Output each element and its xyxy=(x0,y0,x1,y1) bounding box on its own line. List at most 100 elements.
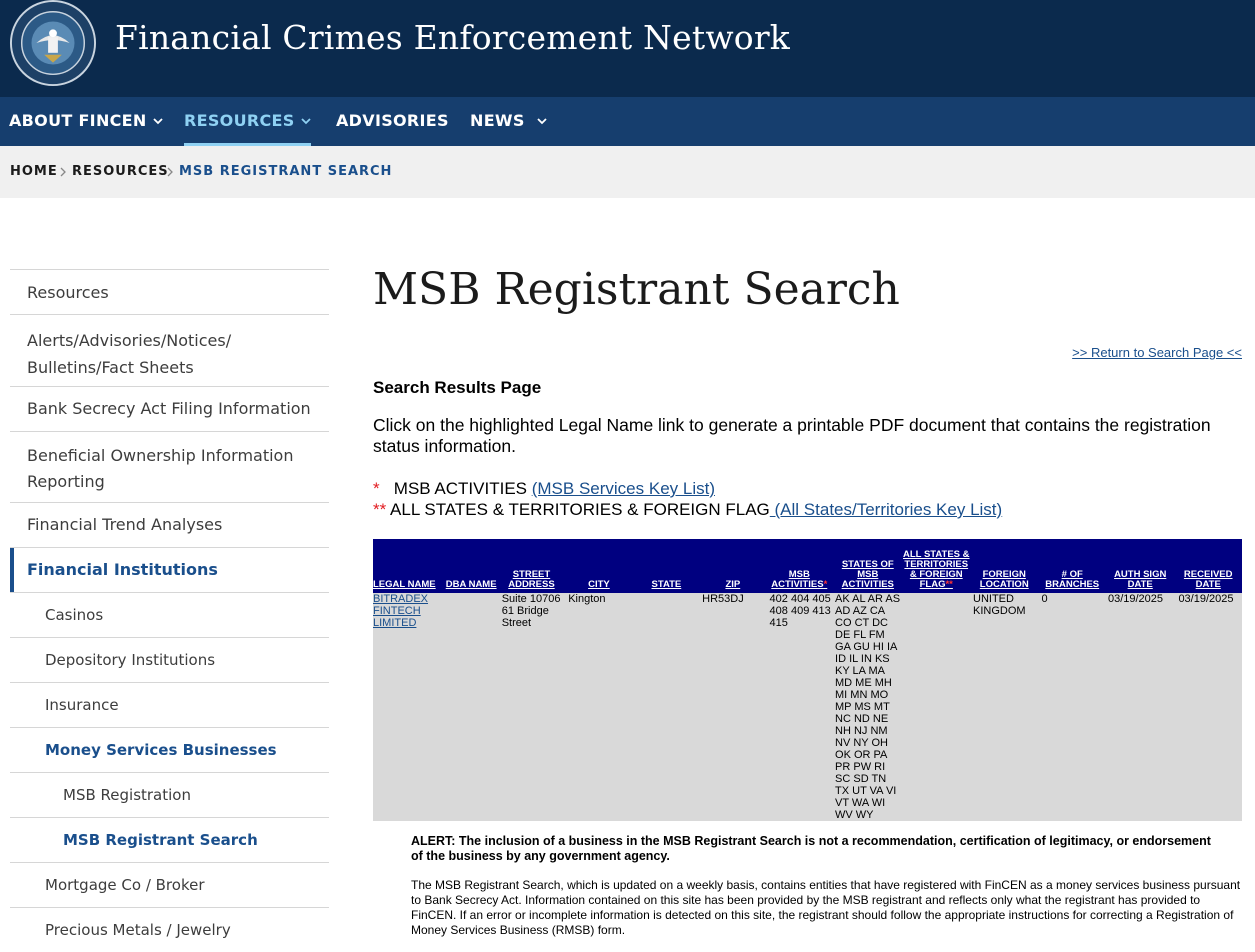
cell-street-address: Suite 10706 61 Bridge Street xyxy=(497,593,566,821)
col-foreign-location[interactable]: FOREIGN LOCATION xyxy=(970,539,1039,593)
sidebar-item-label: Resources xyxy=(27,283,109,302)
sidebar-item-label: Financial Trend Analyses xyxy=(27,515,223,534)
col-legal-name[interactable]: LEGAL NAME xyxy=(373,539,445,593)
results-heading: Search Results Page xyxy=(373,378,542,397)
sidebar-item-casinos[interactable]: Casinos xyxy=(10,592,329,637)
sidebar-item-bsa-filing[interactable]: Bank Secrecy Act Filing Information xyxy=(10,386,329,431)
col-zip[interactable]: ZIP xyxy=(700,539,766,593)
sidebar-item-beneficial-ownership[interactable]: Beneficial Ownership Information Reportin… xyxy=(10,431,329,502)
col-auth-sign-date[interactable]: AUTH SIGN DATE xyxy=(1105,539,1175,593)
sidebar-item-label: MSB Registration xyxy=(63,786,191,804)
states-key: ** ALL STATES & TERRITORIES & FOREIGN FL… xyxy=(373,500,1002,520)
col-state[interactable]: STATE xyxy=(632,539,701,593)
breadcrumb-home[interactable]: HOME xyxy=(10,146,58,198)
sidebar-item-insurance[interactable]: Insurance xyxy=(10,682,329,727)
col-label: LEGAL NAME xyxy=(373,579,436,590)
page-title: MSB Registrant Search xyxy=(373,264,900,315)
cell-branches: 0 xyxy=(1038,593,1106,821)
cell-zip: HR53DJ xyxy=(700,593,766,821)
sidebar-item-depository[interactable]: Depository Institutions xyxy=(10,637,329,682)
sidebar-item-label: Money Services Businesses xyxy=(45,741,277,759)
nav-about-fincen[interactable]: ABOUT FINCEN xyxy=(9,97,163,146)
msb-services-key-link[interactable]: (MSB Services Key List) xyxy=(532,479,715,498)
sidebar-item-mortgage[interactable]: Mortgage Co / Broker xyxy=(10,862,329,907)
col-label: MSB ACTIVITIES xyxy=(771,569,824,590)
col-all-states[interactable]: ALL STATES & TERRITORIES & FOREIGN FLAG*… xyxy=(902,539,970,593)
sidebar-item-label: Bank Secrecy Act Filing Information xyxy=(27,399,311,418)
col-branches[interactable]: # OF BRANCHES xyxy=(1038,539,1106,593)
double-asterisk-marker: ** xyxy=(945,579,953,590)
msb-activities-key: * MSB ACTIVITIES (MSB Services Key List) xyxy=(373,479,715,499)
instructions-text: Click on the highlighted Legal Name link… xyxy=(373,415,1211,456)
col-label: STREET ADDRESS xyxy=(508,569,555,590)
key-label: MSB ACTIVITIES xyxy=(393,479,532,498)
sidebar-item-money-services[interactable]: Money Services Businesses xyxy=(10,727,329,772)
return-to-search-link[interactable]: >> Return to Search Page << xyxy=(1072,345,1242,360)
table-header-row: LEGAL NAME DBA NAME STREET ADDRESS CITY … xyxy=(373,539,1242,593)
col-label: RECEIVED DATE xyxy=(1183,569,1233,590)
site-title[interactable]: Financial Crimes Enforcement Network xyxy=(115,18,790,57)
sidebar-item-msb-registrant-search[interactable]: MSB Registrant Search xyxy=(10,817,329,862)
sidebar-item-label-line1: Beneficial Ownership Information xyxy=(27,446,294,465)
col-label: STATE xyxy=(651,579,682,590)
sidebar-item-label: Depository Institutions xyxy=(45,651,216,669)
results-table: LEGAL NAME DBA NAME STREET ADDRESS CITY … xyxy=(373,539,1242,821)
asterisk-marker: * xyxy=(823,579,828,590)
alert-text: ALERT: The inclusion of a business in th… xyxy=(411,834,1211,863)
sidebar-item-financial-institutions[interactable]: Financial Institutions xyxy=(10,547,329,592)
col-label: CITY xyxy=(588,579,610,590)
sidebar-item-label: Alerts/Advisories/Notices/Bulletins/Fact… xyxy=(27,327,231,381)
cell-dba-name xyxy=(444,593,498,821)
chevron-down-icon xyxy=(300,118,311,125)
cell-all-states xyxy=(902,593,970,821)
sidebar-item-msb-registration[interactable]: MSB Registration xyxy=(10,772,329,817)
sidebar-item-label-line1: Alerts/Advisories/Notices/ xyxy=(27,331,232,350)
sidebar-item-alerts[interactable]: Alerts/Advisories/Notices/Bulletins/Fact… xyxy=(10,314,329,386)
sidebar-item-label: Precious Metals / Jewelry xyxy=(45,921,231,939)
col-label: ALL STATES & TERRITORIES & FOREIGN FLAG xyxy=(903,549,970,590)
nav-resources[interactable]: RESOURCES xyxy=(184,97,311,146)
chevron-down-icon xyxy=(152,118,163,125)
col-street-address[interactable]: STREET ADDRESS xyxy=(497,539,566,593)
table-row: BITRADEX FINTECH LIMITED Suite 10706 61 … xyxy=(373,593,1242,821)
states-territories-key-link[interactable]: (All States/Territories Key List) xyxy=(770,500,1003,519)
nav-news[interactable]: NEWS xyxy=(470,97,547,146)
col-label: AUTH SIGN DATE xyxy=(1114,569,1167,590)
nav-label: NEWS xyxy=(470,111,525,130)
col-label: STATES OF MSB ACTIVITIES xyxy=(841,559,894,590)
sidebar-item-label-line2: Reporting xyxy=(27,472,105,491)
col-label: ZIP xyxy=(725,579,741,590)
col-dba-name[interactable]: DBA NAME xyxy=(444,539,498,593)
sidebar-item-resources[interactable]: Resources xyxy=(10,269,329,314)
col-label: FOREIGN LOCATION xyxy=(979,569,1029,590)
sidebar-item-label-line2: Bulletins/Fact Sheets xyxy=(27,358,194,377)
key-label: ALL STATES & TERRITORIES & FOREIGN FLAG xyxy=(390,500,770,519)
sidebar-item-label: Casinos xyxy=(45,606,104,624)
legal-name-link[interactable]: BITRADEX FINTECH LIMITED xyxy=(373,593,428,629)
cell-states-of-msb: AK AL AR AS AD AZ CA CO CT DC DE FL FM G… xyxy=(833,593,903,821)
col-city[interactable]: CITY xyxy=(565,539,633,593)
nav-advisories[interactable]: ADVISORIES xyxy=(336,97,449,146)
disclaimer-text: The MSB Registrant Search, which is upda… xyxy=(411,878,1241,937)
main-nav: ABOUT FINCEN RESOURCES ADVISORIES NEWS xyxy=(0,97,1255,146)
sidebar-item-precious-metals[interactable]: Precious Metals / Jewelry xyxy=(10,907,329,952)
col-label: DBA NAME xyxy=(445,579,497,590)
col-states-of-msb[interactable]: STATES OF MSB ACTIVITIES xyxy=(833,539,903,593)
sidebar-item-label: Financial Institutions xyxy=(27,560,218,579)
breadcrumb-resources[interactable]: RESOURCES xyxy=(72,146,169,198)
asterisk-marker: * xyxy=(373,479,380,498)
col-received-date[interactable]: RECEIVED DATE xyxy=(1174,539,1242,593)
col-msb-activities[interactable]: MSB ACTIVITIES* xyxy=(765,539,834,593)
breadcrumb: HOME RESOURCES MSB REGISTRANT SEARCH xyxy=(0,146,1255,198)
site-header: Financial Crimes Enforcement Network xyxy=(0,0,1255,97)
cell-state xyxy=(632,593,701,821)
cell-auth-sign-date: 03/19/2025 xyxy=(1105,593,1175,821)
cell-msb-activities: 402 404 405 408 409 413 415 xyxy=(765,593,834,821)
cell-legal-name: BITRADEX FINTECH LIMITED xyxy=(373,593,445,821)
breadcrumb-current: MSB REGISTRANT SEARCH xyxy=(179,164,393,179)
cell-received-date: 03/19/2025 xyxy=(1174,593,1242,821)
nav-label: RESOURCES xyxy=(184,111,295,130)
cell-city: Kington xyxy=(565,593,633,821)
treasury-seal-logo[interactable] xyxy=(8,0,98,88)
sidebar-item-trend-analyses[interactable]: Financial Trend Analyses xyxy=(10,502,329,547)
